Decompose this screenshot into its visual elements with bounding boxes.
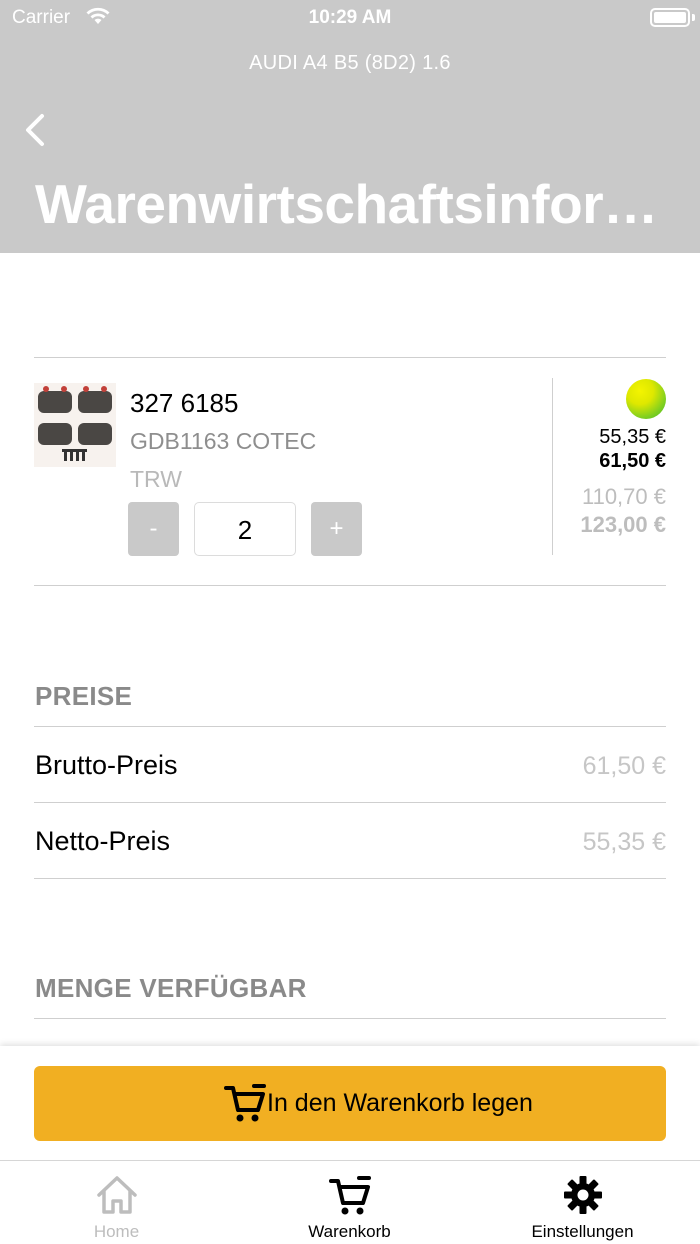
divider <box>34 1018 666 1019</box>
tab-cart[interactable]: Warenkorb <box>233 1161 466 1244</box>
net-total-price: 110,70 € <box>581 484 666 509</box>
status-bar: Carrier 10:29 AM <box>0 0 700 36</box>
gross-price-label: Brutto-Preis <box>35 750 178 780</box>
net-price-label: Netto-Preis <box>35 826 171 856</box>
tab-home-label: Home <box>93 1222 140 1241</box>
home-icon <box>96 1176 137 1214</box>
divider <box>34 878 666 879</box>
vertical-divider <box>552 378 553 555</box>
divider <box>34 802 666 803</box>
page-title: Warenwirtschaftsinformationen <box>35 173 675 235</box>
tab-home[interactable]: Home <box>0 1161 233 1244</box>
quantity-field[interactable]: 2 <box>194 502 296 556</box>
availability-indicator <box>626 379 666 419</box>
article-brand: TRW <box>130 466 182 492</box>
article-number: 327 6185 <box>130 388 239 418</box>
divider <box>34 357 666 358</box>
battery-icon <box>650 8 690 27</box>
brake-pad-image[interactable] <box>34 383 116 467</box>
gross-total-price: 123,00 € <box>580 512 666 537</box>
tab-cart-label: Warenkorb <box>308 1222 391 1241</box>
battery-tip <box>692 14 695 21</box>
navigation-header: Carrier 10:29 AM AUDI A4 B5 (8D2) 1.6 Wa… <box>0 0 700 253</box>
net-price-value: 55,35 € <box>582 828 666 856</box>
gross-unit-price: 61,50 € <box>599 450 666 472</box>
divider <box>34 585 666 586</box>
divider <box>34 726 666 727</box>
availability-section-title: MENGE VERFÜGBAR <box>35 973 307 1003</box>
quantity-decrement-button[interactable]: - <box>128 502 179 556</box>
tab-settings-label: Einstellungen <box>531 1222 634 1241</box>
gear-icon <box>563 1176 602 1214</box>
article-description: GDB1163 COTEC <box>130 428 317 454</box>
gross-price-value: 61,50 € <box>582 752 666 780</box>
cart-icon <box>328 1176 371 1215</box>
net-unit-price: 55,35 € <box>599 426 666 448</box>
tab-bar: Home Warenkorb Einstellungen <box>0 1160 700 1244</box>
back-button[interactable] <box>18 110 54 150</box>
prices-section-title: PREISE <box>35 681 133 711</box>
quantity-increment-button[interactable]: + <box>311 502 362 556</box>
clock: 10:29 AM <box>308 7 392 28</box>
vehicle-subtitle: AUDI A4 B5 (8D2) 1.6 <box>249 52 451 74</box>
add-to-cart-label: In den Warenkorb legen <box>267 1089 533 1117</box>
cart-icon <box>224 1084 266 1122</box>
tab-settings[interactable]: Einstellungen <box>466 1161 699 1244</box>
add-to-cart-button[interactable]: In den Warenkorb legen <box>34 1066 666 1141</box>
